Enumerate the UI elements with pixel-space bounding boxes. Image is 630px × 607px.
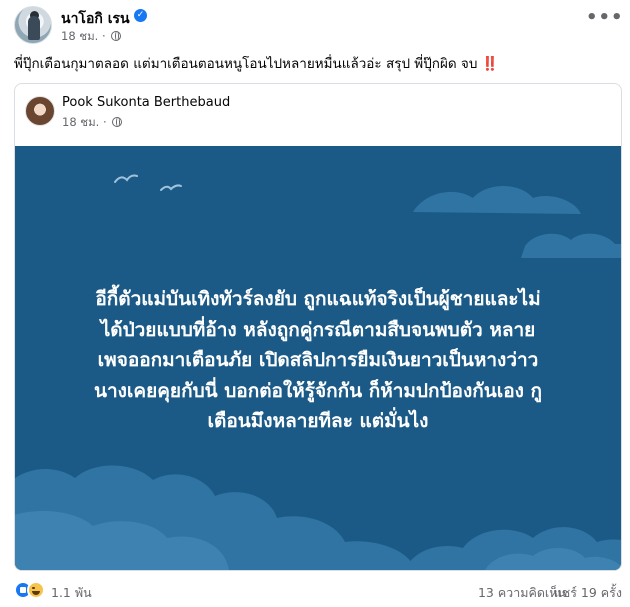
post-header: นาโอกิ เรน ✓ 18 ชม. · ••• xyxy=(14,4,623,46)
meta-separator: · xyxy=(102,29,106,43)
image-text-line: นางเคยคุยกับนี่ บอกต่อให้รู้จักกัน ก็ห้า… xyxy=(93,379,543,402)
post-footer: 1.1 พัน 13 ความคิดเห็น แชร์ 19 ครั้ง xyxy=(14,578,622,602)
shared-post-header: Pook Sukonta Berthebaud 18 ชม. · xyxy=(15,84,621,146)
caption-text: พี่ปุ๊กเตือนกุมาตลอด แต่มาเตือนตอนหนูโอน… xyxy=(14,56,478,72)
shared-post-meta: 18 ชม. · xyxy=(62,114,123,132)
meta-separator: · xyxy=(103,115,107,129)
image-caption-text: อีกี้ตัวแม่บันเทิงทัวร์ลงยับ ถูกแฉแท้จริ… xyxy=(37,284,599,437)
shared-author-name[interactable]: Pook Sukonta Berthebaud xyxy=(62,95,230,110)
image-text-line: เตือนมึงหลายทีละ แต่มั่นไง xyxy=(207,410,429,432)
more-options-button[interactable]: ••• xyxy=(586,9,623,34)
reaction-count[interactable]: 1.1 พัน xyxy=(51,583,92,603)
haha-reaction-icon[interactable] xyxy=(27,581,45,599)
facebook-post: นาโอกิ เรน ✓ 18 ชม. · ••• พี่ปุ๊กเตือนกุ… xyxy=(0,0,630,607)
author-name[interactable]: นาโอกิ เรน xyxy=(61,8,130,30)
shared-post-image[interactable]: อีกี้ตัวแม่บันเทิงทัวร์ลงยับ ถูกแฉแท้จริ… xyxy=(15,146,621,570)
bird-icon-2 xyxy=(160,184,182,191)
double-exclamation-icon: ‼️ xyxy=(481,56,499,72)
post-caption: พี่ปุ๊กเตือนกุมาตลอด แต่มาเตือนตอนหนูโอน… xyxy=(14,52,614,74)
bird-icon-1 xyxy=(114,174,138,183)
globe-icon xyxy=(112,117,123,127)
image-text-line: เพจออกมาเตือนภัย เปิดสลิปการยืมเงินยาวเป… xyxy=(97,349,539,371)
verified-badge-icon: ✓ xyxy=(134,9,147,22)
bird-icons xyxy=(114,174,182,191)
cloud-top-right xyxy=(413,186,581,214)
share-count[interactable]: แชร์ 19 ครั้ง xyxy=(554,583,622,603)
image-text-line: อีกี้ตัวแม่บันเทิงทัวร์ลงยับ ถูกแฉแท้จริ… xyxy=(95,288,541,310)
shared-post[interactable]: Pook Sukonta Berthebaud 18 ชม. · อีกี้ตั… xyxy=(14,83,622,571)
post-time[interactable]: 18 ชม. xyxy=(61,29,98,43)
author-avatar[interactable] xyxy=(14,6,52,44)
post-meta: 18 ชม. · xyxy=(61,28,122,46)
image-text-line: ได้ป่วยแบบที่อ้าง หลังถูกคู่กรณีตามสืบจน… xyxy=(100,318,536,341)
cloud-right-upper xyxy=(521,233,621,258)
avatar-figure-body xyxy=(28,16,40,40)
shared-post-time[interactable]: 18 ชม. xyxy=(62,115,99,129)
globe-icon xyxy=(111,31,122,41)
shared-author-avatar[interactable] xyxy=(25,96,55,126)
